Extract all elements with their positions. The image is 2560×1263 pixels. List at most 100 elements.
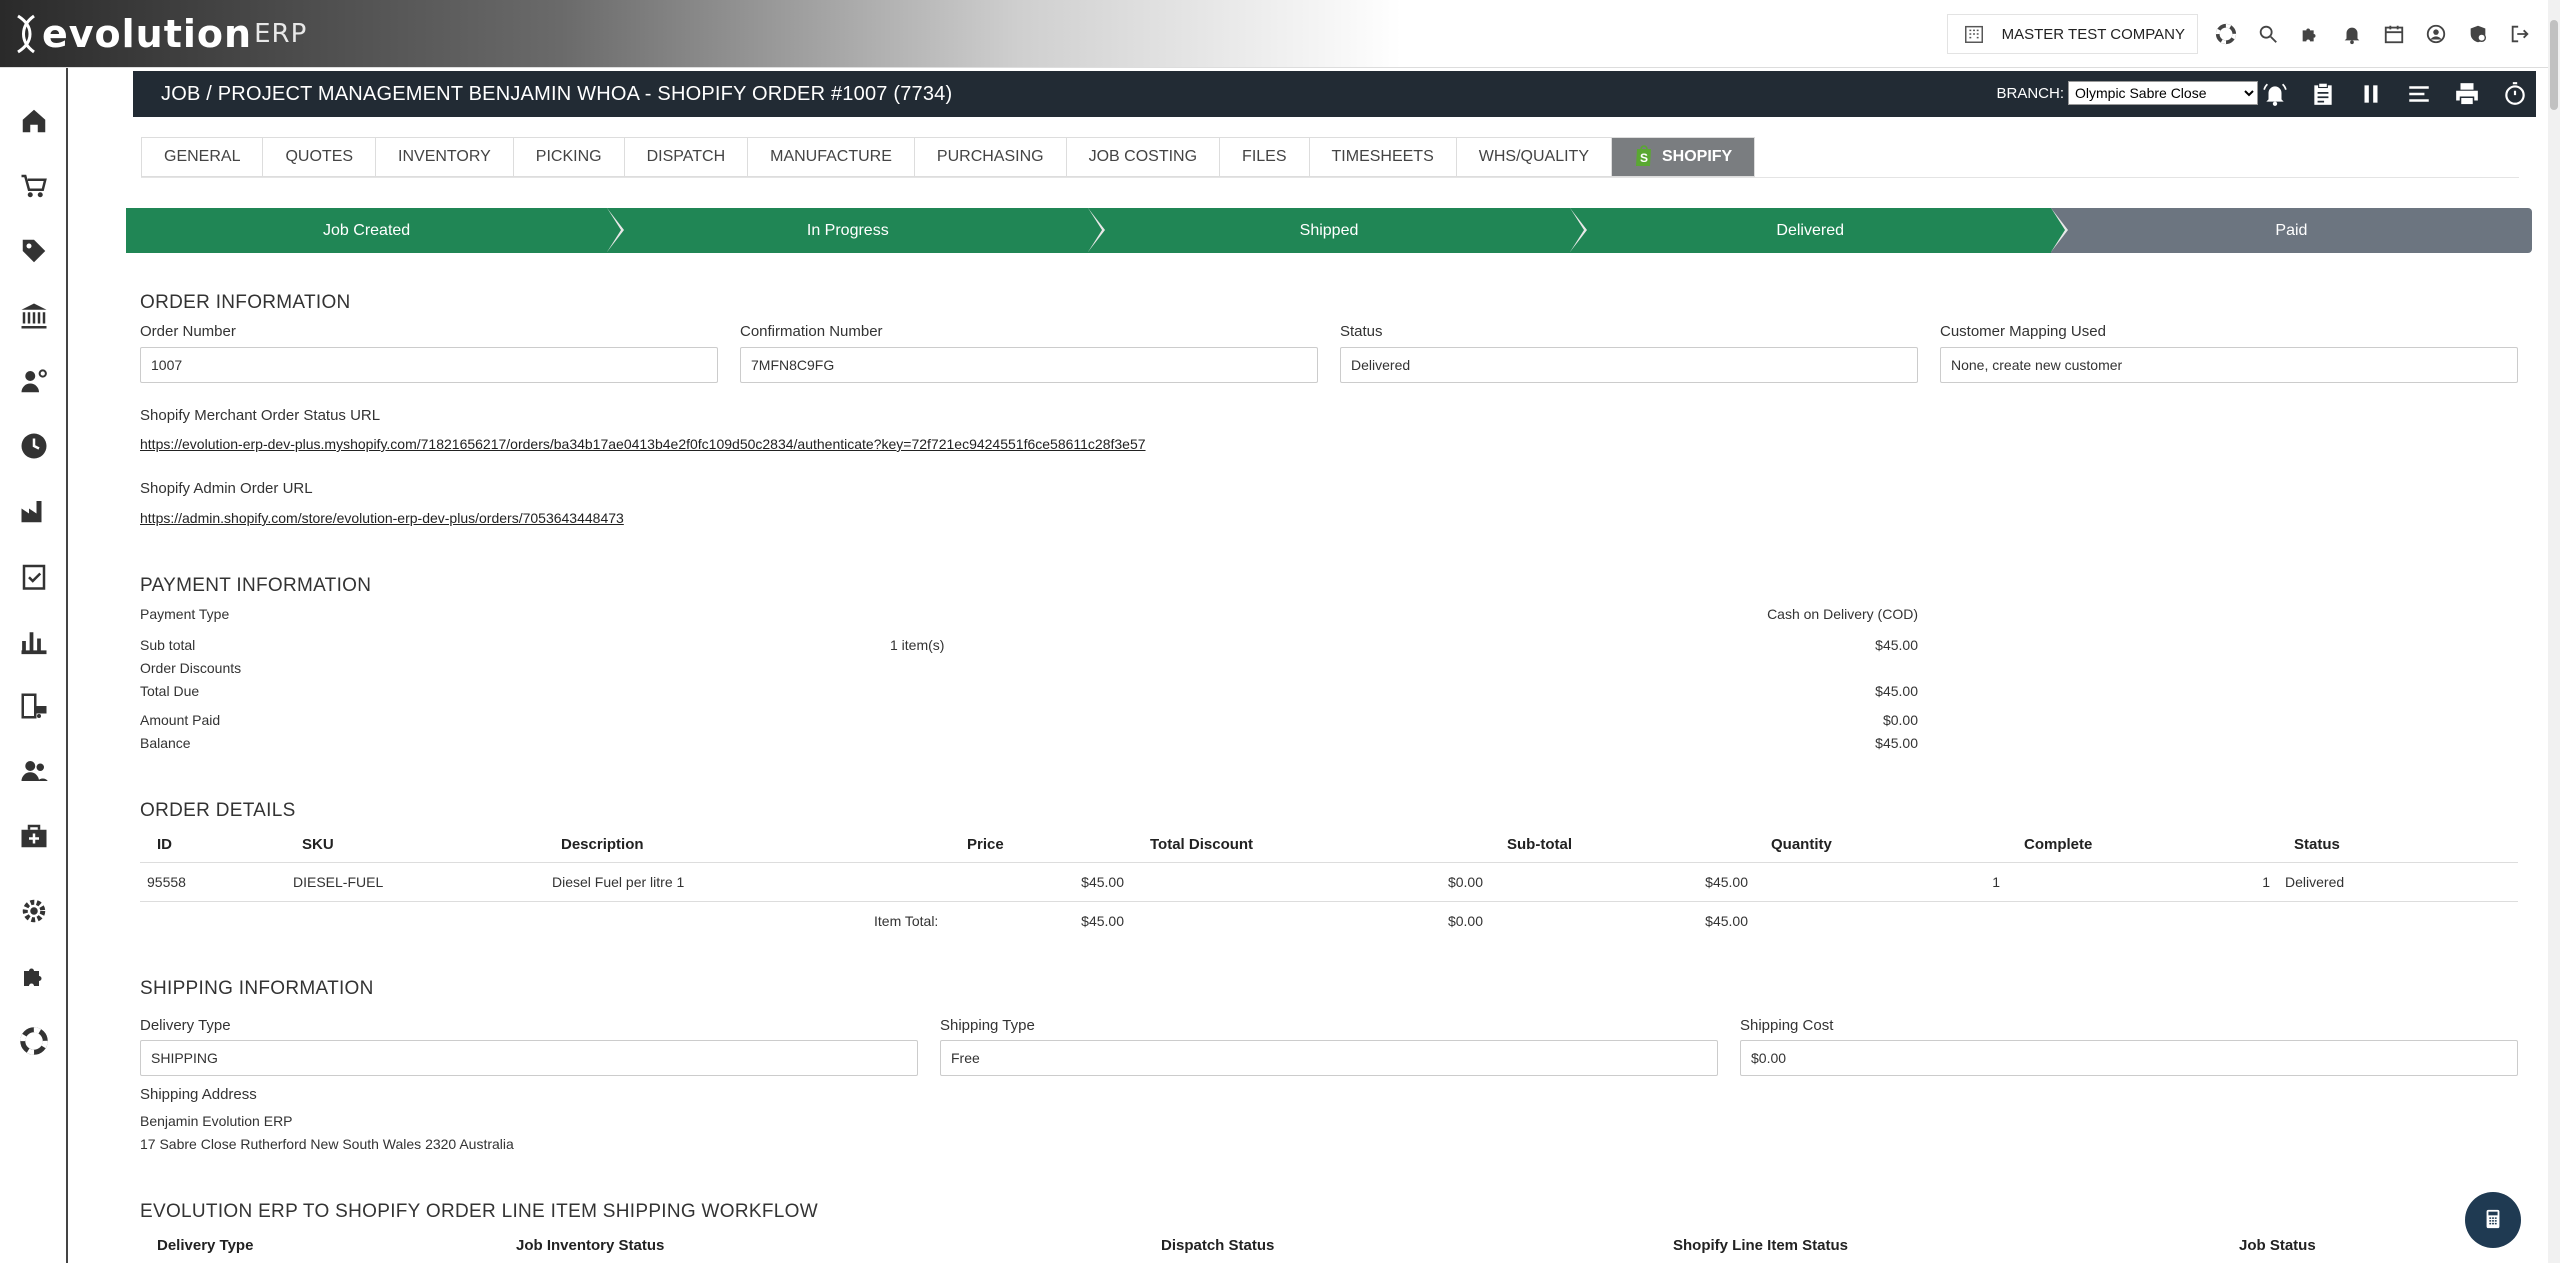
status-field[interactable]: Delivered (1340, 347, 1918, 383)
shipping-address-label: Shipping Address (140, 1086, 257, 1103)
amount-paid-value: $0.00 (1882, 712, 1918, 728)
address-line-2: 17 Sabre Close Rutherford New South Wale… (140, 1136, 514, 1152)
step-paid[interactable]: Paid (2050, 208, 2533, 253)
bell-icon[interactable] (2338, 20, 2366, 48)
total-due-value: $45.00 (1875, 683, 1918, 699)
tab-job-costing[interactable]: JOB COSTING (1066, 137, 1221, 177)
col-price: Price (967, 836, 1004, 853)
tab-whs-quality[interactable]: WHS/QUALITY (1456, 137, 1612, 177)
calculator-button[interactable] (2465, 1192, 2521, 1248)
shipping-cost-field[interactable]: $0.00 (1740, 1040, 2518, 1076)
order-info-title: ORDER INFORMATION (140, 292, 351, 313)
search-icon[interactable] (2254, 20, 2282, 48)
users-icon[interactable] (0, 751, 68, 791)
clock-icon[interactable] (0, 426, 68, 466)
bank-icon[interactable] (0, 296, 68, 336)
tab-timesheets[interactable]: TIMESHEETS (1309, 137, 1457, 177)
gear-icon[interactable] (0, 891, 68, 931)
printer-icon[interactable] (2452, 79, 2482, 109)
logout-icon[interactable] (2506, 20, 2534, 48)
lifebuoy-icon[interactable] (2212, 20, 2240, 48)
tab-divider (141, 177, 2519, 178)
lifebuoy-icon[interactable] (0, 1021, 68, 1061)
payment-type-label: Payment Type (140, 606, 230, 622)
status-url-link[interactable]: https://evolution-erp-dev-plus.myshopify… (140, 436, 1146, 452)
delivery-type-field[interactable]: SHIPPING (140, 1040, 918, 1076)
shield-user-icon[interactable] (2464, 20, 2492, 48)
tag-icon[interactable] (0, 231, 68, 271)
page-scrollbar[interactable] (2548, 0, 2560, 1263)
item-total-price: $45.00 (1081, 913, 1124, 929)
cell-description: Diesel Fuel per litre 1 (552, 874, 685, 890)
balance-label: Balance (140, 735, 191, 751)
subtotal-label: Sub total (140, 637, 196, 653)
payment-info-title: PAYMENT INFORMATION (140, 575, 372, 596)
total-due-label: Total Due (140, 683, 200, 699)
puzzle-icon[interactable] (2296, 20, 2324, 48)
tab-general[interactable]: GENERAL (141, 137, 264, 177)
scrollbar-thumb[interactable] (2550, 20, 2558, 110)
calendar-icon[interactable] (2380, 20, 2408, 48)
tab-dispatch[interactable]: DISPATCH (624, 137, 749, 177)
stopwatch-icon[interactable] (2500, 79, 2530, 109)
bell-ring-icon[interactable] (2260, 79, 2290, 109)
col-complete: Complete (2024, 836, 2093, 853)
pause-icon[interactable] (2356, 79, 2386, 109)
step-in-progress[interactable]: In Progress (607, 208, 1106, 253)
cell-subtotal: $45.00 (1705, 874, 1748, 890)
cell-sku: DIESEL-FUEL (293, 874, 384, 890)
shipping-type-label: Shipping Type (940, 1017, 1035, 1034)
shipping-type-field[interactable]: Free (940, 1040, 1718, 1076)
customer-mapping-field[interactable]: None, create new customer (1940, 347, 2518, 383)
workflow-title: EVOLUTION ERP TO SHOPIFY ORDER LINE ITEM… (140, 1201, 818, 1222)
tab-files[interactable]: FILES (1220, 137, 1310, 177)
tab-purchasing[interactable]: PURCHASING (914, 137, 1067, 177)
order-number-field[interactable]: 1007 (140, 347, 718, 383)
cell-price: $45.00 (1081, 874, 1124, 890)
step-label: Job Created (323, 221, 411, 239)
tab-shopify[interactable]: S SHOPIFY (1611, 137, 1756, 177)
cell-quantity: 1 (1992, 874, 2000, 890)
col-description: Description (561, 836, 644, 853)
tab-manufacture[interactable]: MANUFACTURE (748, 137, 915, 177)
bar-chart-icon[interactable] (0, 621, 68, 661)
app-logo[interactable]: evolution ERP (12, 12, 307, 56)
step-job-created[interactable]: Job Created (126, 208, 625, 253)
tab-picking[interactable]: PICKING (513, 137, 625, 177)
user-cog-icon[interactable] (0, 361, 68, 401)
step-shipped[interactable]: Shipped (1088, 208, 1587, 253)
branch-select[interactable]: Olympic Sabre Close (2068, 81, 2258, 105)
factory-icon[interactable] (0, 491, 68, 531)
confirmation-number-field[interactable]: 7MFN8C9FG (740, 347, 1318, 383)
cell-discount: $0.00 (1447, 874, 1483, 890)
building-truck-icon[interactable] (0, 686, 68, 726)
payment-type-value: Cash on Delivery (COD) (1767, 606, 1918, 622)
address-line-1: Benjamin Evolution ERP (140, 1113, 293, 1129)
home-icon[interactable] (0, 101, 68, 141)
item-total-subtotal: $45.00 (1705, 913, 1748, 929)
shipping-info-title: SHIPPING INFORMATION (140, 978, 374, 999)
order-number-label: Order Number (140, 323, 236, 340)
clipboard-icon[interactable] (2308, 79, 2338, 109)
clipboard-check-icon[interactable] (0, 556, 68, 596)
table-divider (140, 901, 2518, 902)
tab-inventory[interactable]: INVENTORY (376, 137, 514, 177)
medical-kit-icon[interactable] (0, 816, 68, 856)
branch-label: BRANCH: (1996, 84, 2064, 102)
company-selector[interactable]: MASTER TEST COMPANY (1946, 14, 2198, 54)
menu-lines-icon[interactable] (2404, 79, 2434, 109)
user-circle-icon[interactable] (2422, 20, 2450, 48)
building-icon (1960, 20, 1988, 48)
cart-icon[interactable] (0, 166, 68, 206)
col-quantity: Quantity (1771, 836, 1832, 853)
step-label: Shipped (1299, 221, 1359, 239)
step-label: Delivered (1776, 221, 1844, 239)
step-delivered[interactable]: Delivered (1569, 208, 2068, 253)
tab-bar: GENERAL QUOTES INVENTORY PICKING DISPATC… (141, 137, 1756, 177)
order-details-title: ORDER DETAILS (140, 800, 296, 821)
job-progress: Job Created In Progress Shipped Delivere… (126, 208, 2533, 253)
puzzle-icon[interactable] (0, 956, 68, 996)
workflow-col-job-status: Job Status (2239, 1237, 2316, 1254)
admin-url-link[interactable]: https://admin.shopify.com/store/evolutio… (140, 510, 624, 526)
tab-quotes[interactable]: QUOTES (263, 137, 377, 177)
